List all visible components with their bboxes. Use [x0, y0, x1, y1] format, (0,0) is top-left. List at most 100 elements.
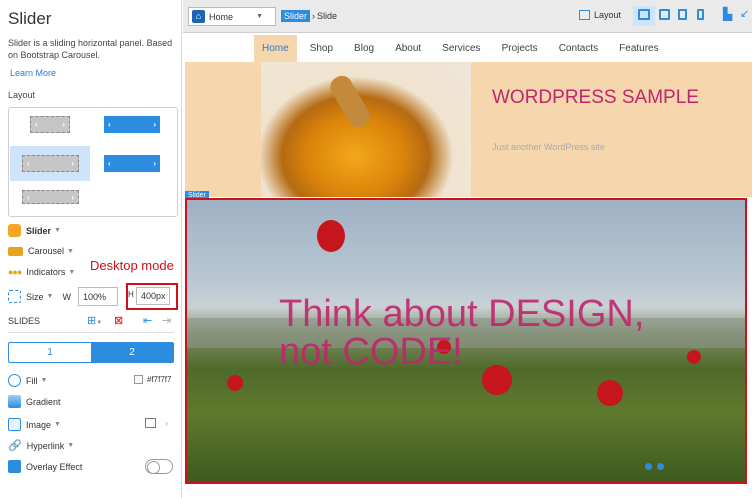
chevron-down-icon: ▼	[46, 293, 54, 300]
poppy-flower	[317, 220, 345, 252]
fill-color-swatch[interactable]	[134, 375, 143, 384]
slide-indicator-2[interactable]	[657, 463, 664, 470]
image-icon	[8, 418, 21, 431]
chevron-down-icon: ▼	[67, 442, 75, 449]
site-title: WORDPRESS SAMPLE	[492, 87, 699, 108]
gradient-icon	[8, 395, 21, 408]
layout-option-3[interactable]: ‹ ›	[22, 155, 79, 172]
slider-component[interactable]: Think about DESIGN, not CODE!	[185, 198, 747, 484]
height-field-highlight: H 400px	[126, 283, 178, 310]
fill-color-value: #f7f7f7	[147, 375, 172, 384]
nav-item-home[interactable]: Home	[254, 35, 297, 62]
breadcrumb-slide[interactable]: Slide	[317, 11, 337, 21]
save-icon[interactable]: ▙	[723, 7, 732, 21]
overlay-row: Overlay Effect	[8, 460, 82, 473]
home-icon: ⌂	[192, 10, 205, 23]
chevron-down-icon: ▼	[256, 13, 263, 20]
nav-item-projects[interactable]: Projects	[502, 39, 538, 58]
chevron-right-icon[interactable]: ›	[165, 418, 168, 428]
poppy-flower	[687, 350, 701, 364]
slide-indicator-1[interactable]	[645, 463, 652, 470]
move-left-icon[interactable]: ⇤	[143, 314, 152, 327]
fill-label: Fill	[26, 375, 38, 386]
size-icon	[8, 290, 21, 303]
layout-icon	[579, 10, 590, 20]
panel-description: Slider is a sliding horizontal panel. Ba…	[8, 38, 173, 60]
nav-item-about[interactable]: About	[395, 39, 421, 58]
move-right-icon[interactable]: ⇥	[162, 314, 171, 327]
layout-button[interactable]: Layout	[579, 10, 621, 20]
chevron-down-icon: ▼	[40, 377, 48, 384]
delete-slide-icon[interactable]: ⊠	[114, 314, 123, 327]
width-input[interactable]: 100%	[78, 287, 118, 306]
breadcrumb-slider[interactable]: Slider	[281, 10, 311, 22]
slides-heading: SLIDES	[8, 316, 41, 326]
layout-label: Layout	[594, 10, 622, 20]
chevron-down-icon: ▼	[54, 421, 61, 428]
gradient-row[interactable]: Gradient	[8, 395, 61, 408]
fill-bucket-icon	[8, 374, 21, 387]
honey-image	[261, 62, 471, 197]
indicators-label: Indicators	[26, 267, 66, 277]
top-toolbar: ⌂ Home ▼ Slider › Slide Layout ▙ ↙	[183, 0, 752, 33]
layout-option-2[interactable]: ‹ ›	[104, 116, 160, 133]
layout-option-5[interactable]: ‹ ›	[22, 190, 79, 204]
slide-tab-2[interactable]: 2	[91, 343, 173, 362]
panel-title: Slider	[8, 9, 52, 28]
layout-option-4[interactable]: ‹ ›	[104, 155, 160, 172]
height-input[interactable]: 400px	[136, 287, 170, 305]
properties-panel: Slider Slider is a sliding horizontal pa…	[0, 0, 182, 498]
overlay-icon	[8, 460, 21, 473]
desktop-mode-annotation: Desktop mode	[90, 258, 174, 273]
image-picker-icon[interactable]	[145, 418, 156, 428]
divider	[8, 332, 174, 333]
nav-item-shop[interactable]: Shop	[310, 39, 333, 58]
image-row[interactable]: Image ▼	[8, 418, 61, 431]
phone-device-icon[interactable]	[697, 9, 704, 20]
link-icon: 🔗	[8, 440, 22, 452]
carousel-icon	[8, 246, 23, 256]
slide-caption: Think about DESIGN, not CODE!	[279, 293, 645, 373]
hyperlink-label: Hyperlink	[26, 440, 65, 451]
gradient-label: Gradient	[26, 396, 61, 407]
layout-heading: Layout	[8, 90, 36, 100]
fill-row[interactable]: Fill ▼	[8, 374, 47, 387]
poppy-flower	[597, 380, 623, 406]
height-label: H	[128, 290, 134, 299]
carousel-row[interactable]: Carousel ▼	[8, 246, 74, 256]
slide-tab-1[interactable]: 1	[9, 343, 91, 362]
slide-tabs: 1 2	[8, 342, 174, 363]
carousel-label: Carousel	[28, 246, 65, 256]
nav-item-contacts[interactable]: Contacts	[559, 39, 598, 58]
page-select-label: Home	[209, 11, 234, 22]
indicators-icon: ●●●	[8, 267, 22, 277]
add-slide-icon[interactable]: ⊞▼	[87, 314, 102, 327]
width-label: W	[62, 291, 71, 302]
page-select[interactable]: ⌂ Home ▼	[188, 7, 276, 26]
hyperlink-row[interactable]: 🔗 Hyperlink ▼	[8, 439, 74, 452]
slider-icon	[8, 224, 21, 237]
breadcrumb: Slider › Slide	[281, 10, 337, 22]
nav-item-features[interactable]: Features	[619, 39, 658, 58]
overlay-toggle[interactable]	[145, 459, 173, 474]
site-header: WORDPRESS SAMPLE Just another WordPress …	[185, 62, 752, 197]
poppy-flower	[227, 375, 243, 391]
layout-option-1[interactable]: ‹ ›	[30, 116, 70, 133]
desktop-device-icon[interactable]	[638, 9, 650, 20]
honey-dipper	[326, 72, 374, 131]
site-tagline: Just another WordPress site	[492, 142, 605, 152]
size-label: Size	[26, 291, 44, 302]
indicators-row[interactable]: ●●● Indicators ▼	[8, 267, 75, 277]
undo-icon[interactable]: ↙	[740, 7, 749, 20]
overlay-label: Overlay Effect	[26, 461, 83, 472]
slider-row[interactable]: Slider ▼	[8, 224, 61, 237]
laptop-device-icon[interactable]	[659, 9, 670, 20]
learn-more-link[interactable]: Learn More	[10, 68, 56, 78]
nav-item-blog[interactable]: Blog	[354, 39, 374, 58]
tablet-device-icon[interactable]	[678, 9, 687, 20]
nav-item-services[interactable]: Services	[442, 39, 480, 58]
chevron-down-icon: ▼	[54, 227, 61, 234]
chevron-down-icon: ▼	[68, 268, 76, 276]
chevron-down-icon: ▼	[67, 247, 74, 255]
image-label: Image	[26, 419, 52, 430]
